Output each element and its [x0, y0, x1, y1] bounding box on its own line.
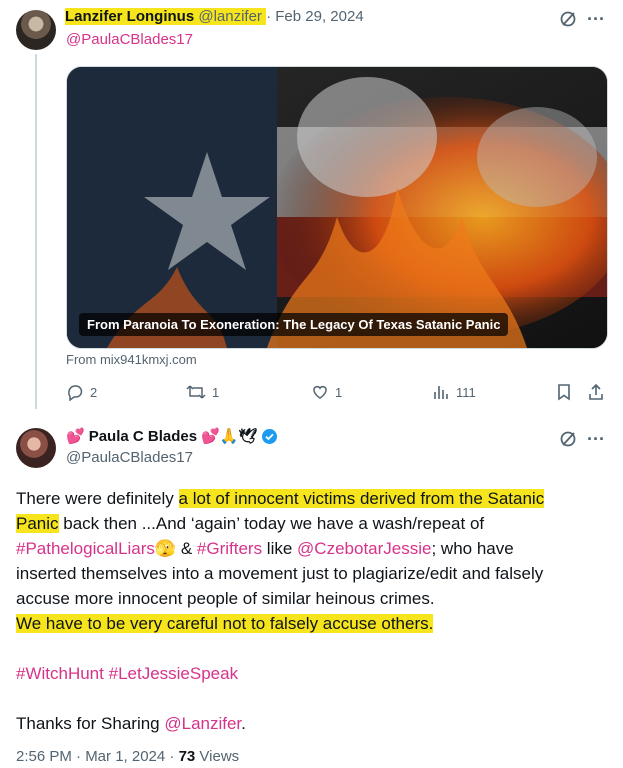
- heart-icon: [313, 385, 327, 399]
- body-line-3: #PathelogicalLiars🫣 & #Grifters like @Cz…: [16, 539, 514, 558]
- body-line-6: We have to be very careful not to falsel…: [16, 611, 606, 636]
- like-count: 1: [335, 384, 343, 400]
- tweet2-author[interactable]: 💕 Paula C Blades 💕🙏🕊: [66, 427, 278, 445]
- author-name[interactable]: Lanzifer Longinus: [65, 8, 194, 25]
- bookmark-icon[interactable]: [553, 381, 575, 403]
- name-emoji-after: 💕🙏🕊: [201, 428, 258, 445]
- tweet1-header: Lanzifer Longinus @lanzifer · Feb 29, 20…: [65, 8, 364, 25]
- body-line-2: Panic back then ...And ‘again’ today we …: [16, 514, 485, 533]
- more-options-icon[interactable]: ···: [585, 8, 607, 30]
- name-emoji-before: 💕: [66, 428, 85, 445]
- body-line-1: There were definitely a lot of innocent …: [16, 489, 545, 508]
- card-source[interactable]: From mix941kmxj.com: [66, 352, 197, 367]
- mention-lanzifer[interactable]: @Lanzifer: [164, 714, 241, 733]
- reply-icon: [68, 385, 83, 401]
- grok-icon[interactable]: [557, 8, 579, 30]
- hashtag-grifters[interactable]: #Grifters: [197, 539, 262, 558]
- highlighted-text: We have to be very careful not to falsel…: [16, 614, 434, 633]
- analytics-icon: [434, 386, 448, 399]
- hashtag-letjessiespeak[interactable]: #LetJessieSpeak: [109, 664, 238, 683]
- author-name[interactable]: Paula C Blades: [89, 428, 197, 445]
- avatar-lanzifer[interactable]: [16, 10, 56, 50]
- view-count: 111: [456, 384, 476, 400]
- verified-badge-icon: [262, 428, 278, 444]
- author-handle[interactable]: @lanzifer: [198, 8, 262, 25]
- reply-button[interactable]: 2: [66, 383, 97, 401]
- emoji-peeking: 🫣: [154, 539, 177, 558]
- retweet-icon: [186, 385, 206, 399]
- views-count: 73: [178, 748, 196, 765]
- link-card[interactable]: From Paranoia To Exoneration: The Legacy…: [66, 66, 608, 349]
- tweet-body: There were definitely a lot of innocent …: [16, 486, 606, 736]
- views-button[interactable]: 111: [432, 383, 476, 401]
- retweet-button[interactable]: 1: [186, 383, 219, 401]
- like-button[interactable]: 1: [311, 383, 342, 401]
- share-icon[interactable]: [585, 381, 607, 403]
- views-label: Views: [195, 748, 240, 765]
- reply-count: 2: [90, 384, 98, 400]
- hashtag-witchhunt[interactable]: #WitchHunt: [16, 664, 104, 683]
- author-handle[interactable]: @PaulaCBlades17: [66, 449, 193, 466]
- avatar-paula[interactable]: [16, 428, 56, 468]
- card-caption: From Paranoia To Exoneration: The Legacy…: [79, 313, 509, 336]
- more-options-icon[interactable]: ···: [585, 428, 607, 450]
- hashtags-line: #WitchHunt #LetJessieSpeak: [16, 661, 606, 686]
- highlighted-text: a lot of innocent victims derived from t…: [178, 489, 545, 508]
- highlighted-text: Panic: [16, 514, 59, 533]
- grok-icon[interactable]: [557, 428, 579, 450]
- hashtag-pathelogicalliars[interactable]: #PathelogicalLiars: [16, 539, 155, 558]
- tweet-date[interactable]: · Feb 29, 2024: [266, 8, 364, 25]
- thanks-line: Thanks for Sharing @Lanzifer.: [16, 714, 246, 733]
- card-image: [67, 67, 607, 348]
- retweet-count: 1: [212, 384, 220, 400]
- mention-czebotarjessie[interactable]: @CzebotarJessie: [297, 539, 431, 558]
- body-line-4: inserted themselves into a movement just…: [16, 564, 544, 583]
- reply-to-mention[interactable]: @PaulaCBlades17: [66, 31, 193, 48]
- tweet-timestamp[interactable]: 2:56 PM · Mar 1, 2024 ·: [16, 748, 179, 765]
- thread-connector: [35, 54, 37, 409]
- tweet-meta: 2:56 PM · Mar 1, 2024 · 73 Views: [16, 748, 239, 765]
- body-line-5: accuse more innocent people of similar h…: [16, 589, 435, 608]
